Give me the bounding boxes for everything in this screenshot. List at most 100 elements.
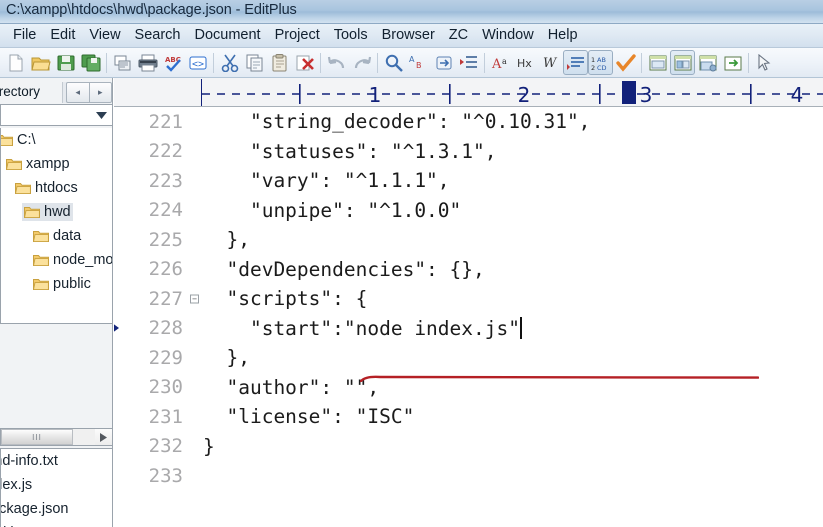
- menu-view[interactable]: View: [82, 25, 127, 46]
- code-line[interactable]: 233: [114, 461, 823, 491]
- cut-icon[interactable]: [217, 50, 242, 75]
- code-line-text[interactable]: "scripts": {: [187, 287, 367, 310]
- menu-document[interactable]: Document: [188, 25, 268, 46]
- delete-icon[interactable]: [292, 50, 317, 75]
- font-icon[interactable]: Aa: [488, 50, 513, 75]
- goto-icon[interactable]: [431, 50, 456, 75]
- menu-browser[interactable]: Browser: [375, 25, 442, 46]
- validate-icon[interactable]: [613, 50, 638, 75]
- file-item-tool-js[interactable]: tool.js: [1, 521, 112, 527]
- code-line[interactable]: 224 "unpipe": "^1.0.0": [114, 196, 823, 226]
- code-line-text[interactable]: },: [187, 228, 250, 251]
- save-icon[interactable]: [53, 50, 78, 75]
- code-line[interactable]: 221 "string_decoder": "^0.10.31",: [114, 107, 823, 137]
- save-all-icon[interactable]: [78, 50, 103, 75]
- hex-viewer-icon[interactable]: Hx: [513, 50, 538, 75]
- folder-icon: public: [31, 275, 93, 293]
- file-item-cmd-info-txt[interactable]: cmd-info.txt: [1, 449, 112, 473]
- menu-search[interactable]: Search: [128, 25, 188, 46]
- indent-icon[interactable]: [456, 50, 481, 75]
- code-line[interactable]: 225 },: [114, 225, 823, 255]
- menu-edit[interactable]: Edit: [43, 25, 82, 46]
- code-line-text[interactable]: "statuses": "^1.3.1",: [187, 140, 497, 163]
- tab-scroll-right-button[interactable]: ▸: [88, 83, 112, 102]
- ruler-label-4: 4: [791, 83, 804, 107]
- line-number: 228: [114, 317, 187, 339]
- menu-project[interactable]: Project: [268, 25, 327, 46]
- code-line[interactable]: 228 "start":"node index.js": [114, 314, 823, 344]
- cursor-select-icon[interactable]: [752, 50, 777, 75]
- line-number: 232: [114, 435, 187, 457]
- menu-window[interactable]: Window: [475, 25, 541, 46]
- code-line[interactable]: 222 "statuses": "^1.3.1",: [114, 137, 823, 167]
- code-line-text[interactable]: "vary": "^1.1.1",: [187, 169, 450, 192]
- scrollbar-right-arrow-icon[interactable]: [95, 429, 112, 445]
- print-preview-icon[interactable]: [110, 50, 135, 75]
- code-line[interactable]: 223 "vary": "^1.1.1",: [114, 166, 823, 196]
- tree-item-data[interactable]: data: [1, 224, 112, 248]
- code-line-text[interactable]: "author": "",: [187, 376, 379, 399]
- code-area[interactable]: 221 "string_decoder": "^0.10.31", 222 "st…: [114, 107, 823, 527]
- tab-directory[interactable]: Directory: [0, 82, 49, 103]
- paste-icon[interactable]: [267, 50, 292, 75]
- code-line-text[interactable]: }: [187, 435, 215, 458]
- code-line-text[interactable]: "string_decoder": "^0.10.31",: [187, 110, 590, 133]
- code-line-content: "vary": "^1.1.1",: [203, 169, 450, 193]
- new-file-icon[interactable]: [3, 50, 28, 75]
- tab-scroll-left-button[interactable]: ◂: [67, 83, 89, 102]
- svg-text:<>: <>: [192, 59, 204, 70]
- line-number-text: 221: [148, 110, 183, 133]
- scrollbar-track[interactable]: [73, 429, 95, 445]
- copy-icon[interactable]: [242, 50, 267, 75]
- tree-item-node-modules[interactable]: node_modules: [1, 248, 112, 272]
- toolbar-separator: [484, 52, 485, 73]
- code-line-text[interactable]: "license": "ISC": [187, 405, 414, 428]
- menu-file[interactable]: File: [6, 25, 43, 46]
- line-number-text: 229: [148, 346, 183, 369]
- line-numbers-icon[interactable]: 1 AB 2 CD: [588, 50, 613, 75]
- print-icon[interactable]: [135, 50, 160, 75]
- open-folder-icon[interactable]: [28, 50, 53, 75]
- find-icon[interactable]: [381, 50, 406, 75]
- code-line-text[interactable]: "devDependencies": {},: [187, 258, 484, 281]
- menu-zc[interactable]: ZC: [442, 25, 475, 46]
- tree-item-label: public: [53, 276, 91, 292]
- code-line-text[interactable]: },: [187, 346, 250, 369]
- code-line[interactable]: 229 },: [114, 343, 823, 373]
- chevron-down-icon[interactable]: [92, 105, 110, 125]
- tree-item-c-drive[interactable]: C:\: [1, 128, 112, 152]
- toggle-output-window-icon[interactable]: [645, 50, 670, 75]
- editor-pane: 1 2 3 4 221 "string_decoder": "^0.10.31"…: [114, 78, 823, 527]
- html-tag-icon[interactable]: <>: [185, 50, 210, 75]
- code-line[interactable]: 230 "author": "",: [114, 373, 823, 403]
- tree-item-xampp[interactable]: xampp: [1, 152, 112, 176]
- replace-icon[interactable]: AB: [406, 50, 431, 75]
- code-line-text[interactable]: "unpipe": "^1.0.0": [187, 199, 461, 222]
- highlight-url-icon[interactable]: [563, 50, 588, 75]
- file-item-index-js[interactable]: index.js: [1, 473, 112, 497]
- spell-check-icon[interactable]: ABC: [160, 50, 185, 75]
- toggle-clip-window-icon[interactable]: [695, 50, 720, 75]
- redo-icon[interactable]: [349, 50, 374, 75]
- scrollbar-thumb[interactable]: III: [1, 429, 73, 445]
- menu-help[interactable]: Help: [541, 25, 585, 46]
- tree-item-htdocs[interactable]: htdocs: [1, 176, 112, 200]
- code-line[interactable]: 226 "devDependencies": {},: [114, 255, 823, 285]
- code-line[interactable]: 227− "scripts": {: [114, 284, 823, 314]
- svg-text:A: A: [491, 57, 502, 72]
- menu-tools[interactable]: Tools: [327, 25, 375, 46]
- svg-text:A: A: [409, 55, 415, 64]
- tree-item-hwd[interactable]: hwd: [1, 200, 112, 224]
- full-screen-icon[interactable]: [720, 50, 745, 75]
- directory-horizontal-scrollbar[interactable]: III: [0, 428, 113, 446]
- tree-item-public[interactable]: public: [1, 272, 112, 296]
- code-line[interactable]: 232}: [114, 432, 823, 462]
- toggle-directory-window-icon[interactable]: [670, 50, 695, 75]
- directory-path-combobox[interactable]: [0, 104, 113, 126]
- folder-icon: data: [31, 227, 83, 245]
- undo-icon[interactable]: [324, 50, 349, 75]
- code-line[interactable]: 231 "license": "ISC": [114, 402, 823, 432]
- word-wrap-icon[interactable]: W: [538, 50, 563, 75]
- code-line-text[interactable]: "start":"node index.js": [187, 316, 522, 340]
- file-item-package-json[interactable]: package.json: [1, 497, 112, 521]
